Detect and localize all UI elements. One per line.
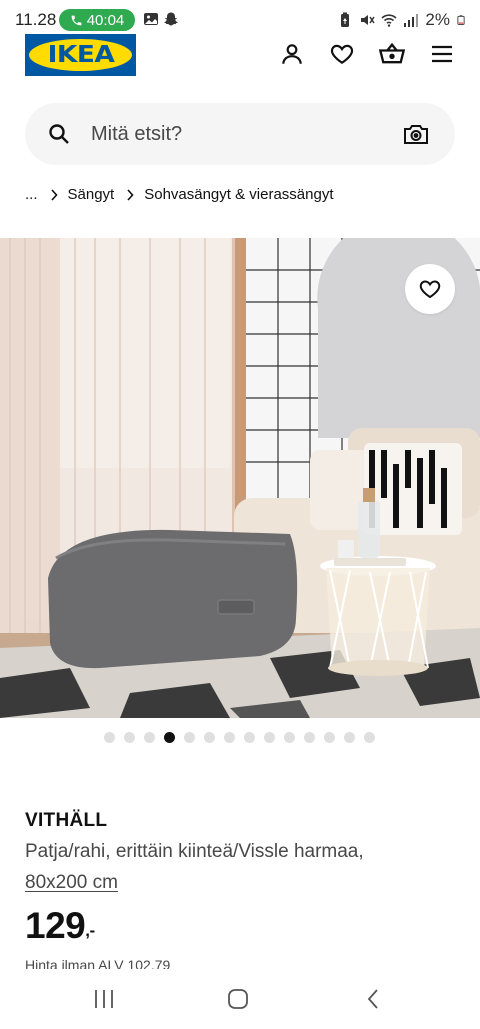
product-price: 129,- <box>25 905 95 947</box>
heart-icon <box>330 44 354 64</box>
carousel-dot[interactable] <box>164 732 175 743</box>
carousel-dot[interactable] <box>284 732 295 743</box>
battery-saver-icon <box>341 12 350 27</box>
price-main: 129 <box>25 905 86 946</box>
wifi-icon <box>381 14 397 27</box>
account-button[interactable] <box>278 40 306 68</box>
logo-ellipse: IKEA <box>29 39 132 71</box>
logo-text: IKEA <box>47 42 114 68</box>
menu-button[interactable] <box>428 40 456 68</box>
basket-icon <box>378 42 406 64</box>
chevron-right-icon <box>127 188 134 201</box>
carousel-dot[interactable] <box>184 732 195 743</box>
signal-icon <box>404 14 419 27</box>
carousel-dot[interactable] <box>304 732 315 743</box>
recent-apps-icon <box>95 990 113 1008</box>
carousel-dot[interactable] <box>144 732 155 743</box>
status-right: 2% <box>337 10 466 30</box>
carousel-dot[interactable] <box>344 732 355 743</box>
call-indicator[interactable]: 40:04 <box>59 9 135 31</box>
favourites-button[interactable] <box>328 40 356 68</box>
product-photo <box>0 238 480 718</box>
carousel-dot[interactable] <box>324 732 335 743</box>
search-icon[interactable] <box>47 122 71 146</box>
basket-button[interactable] <box>378 40 406 68</box>
breadcrumb: ... Sängyt Sohvasängyt & vierassängyt <box>25 186 334 203</box>
heart-icon <box>419 280 441 299</box>
add-to-favourites-button[interactable] <box>405 264 455 314</box>
mute-icon <box>361 15 376 25</box>
carousel-indicator <box>104 732 375 743</box>
phone-icon <box>71 15 82 25</box>
breadcrumb-ellipsis[interactable]: ... <box>25 186 38 203</box>
recent-apps-button[interactable] <box>90 985 118 1013</box>
carousel-dot[interactable] <box>364 732 375 743</box>
system-nav-bar <box>0 969 480 1029</box>
carousel-dot[interactable] <box>104 732 115 743</box>
product-name: VITHÄLL <box>25 810 108 831</box>
camera-search-icon[interactable] <box>403 122 429 146</box>
snapchat-notification-icon <box>164 12 178 26</box>
carousel-dot[interactable] <box>124 732 135 743</box>
product-image[interactable] <box>0 238 480 718</box>
home-button[interactable] <box>224 985 252 1013</box>
back-button[interactable] <box>359 985 387 1013</box>
gallery-notification-icon <box>144 13 158 25</box>
breadcrumb-sofa-beds[interactable]: Sohvasängyt & vierassängyt <box>144 186 333 203</box>
chevron-right-icon <box>50 188 58 201</box>
product-size-link[interactable]: 80x200 cm <box>25 872 118 894</box>
back-icon <box>367 989 378 1009</box>
call-timer: 40:04 <box>86 11 125 29</box>
account-icon <box>282 44 302 64</box>
search-bar[interactable] <box>25 103 455 165</box>
menu-icon <box>432 45 452 63</box>
home-icon <box>228 989 248 1009</box>
price-suffix: ,- <box>85 921 95 940</box>
battery-icon <box>457 15 465 25</box>
search-input[interactable] <box>91 103 381 165</box>
product-description: Patja/rahi, erittäin kiinteä/Vissle harm… <box>25 841 364 862</box>
status-time: 11.28 <box>15 10 57 29</box>
carousel-dot[interactable] <box>264 732 275 743</box>
breadcrumb-beds[interactable]: Sängyt <box>68 186 115 203</box>
ikea-logo[interactable]: IKEA <box>25 34 136 76</box>
carousel-dot[interactable] <box>204 732 215 743</box>
carousel-dot[interactable] <box>224 732 235 743</box>
carousel-dot[interactable] <box>244 732 255 743</box>
battery-percent: 2% <box>425 10 450 29</box>
price-without-vat: Hinta ilman ALV 102,79 <box>25 957 171 969</box>
